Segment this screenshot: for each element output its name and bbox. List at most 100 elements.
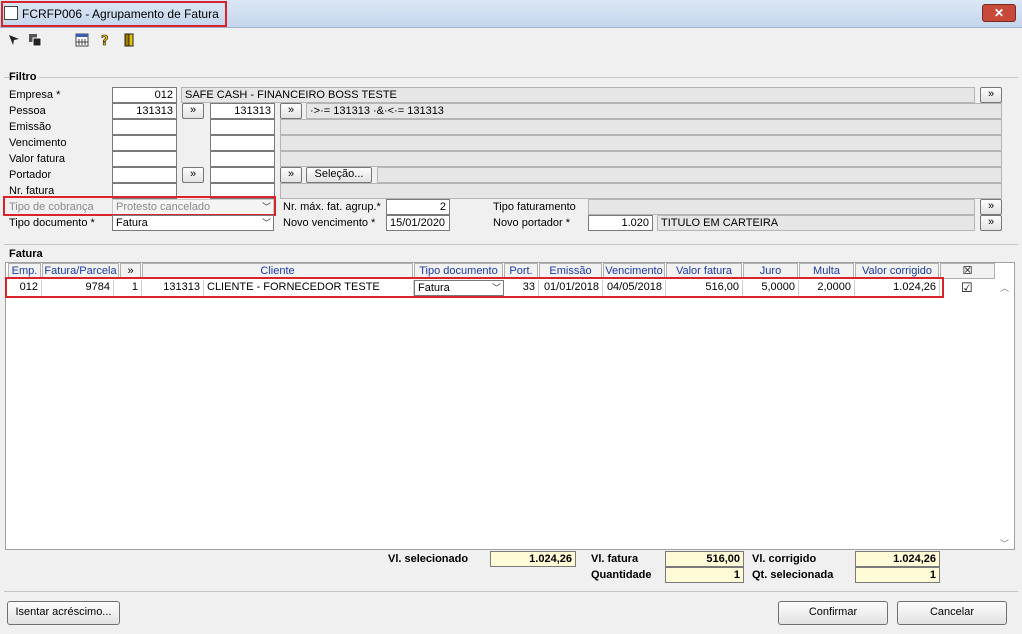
close-button[interactable]: ✕ [982, 4, 1016, 22]
col-header-select-all[interactable]: ☒ [940, 263, 995, 279]
tipo-documento-label: Tipo documento * [9, 217, 95, 229]
empresa-expand-button[interactable]: » [980, 87, 1002, 103]
copy-icon[interactable] [27, 33, 43, 49]
tipo-documento-select[interactable]: Fatura ﹀ [112, 215, 274, 231]
vencimento-from-field[interactable] [112, 135, 177, 151]
portador-expression-field [377, 167, 1002, 183]
col-header-expand[interactable]: » [120, 263, 141, 279]
tipo-faturamento-expand-button[interactable]: » [980, 199, 1002, 215]
col-header-juro[interactable]: Juro [743, 263, 798, 279]
vencimento-label: Vencimento [9, 137, 67, 149]
vl-selecionado-label: Vl. selecionado [388, 553, 469, 565]
calculator-icon[interactable] [74, 33, 90, 49]
filtro-title: Filtro [9, 71, 39, 83]
col-header-vencimento[interactable]: Vencimento [603, 263, 665, 279]
emissao-to-field[interactable] [210, 119, 275, 135]
nr-max-label: Nr. máx. fat. agrup.* [283, 201, 381, 213]
nr-fatura-expression-field [280, 183, 1002, 199]
tipo-faturamento-label: Tipo faturamento [493, 201, 576, 213]
portador-to-expand-button[interactable]: » [280, 167, 302, 183]
col-header-multa[interactable]: Multa [799, 263, 854, 279]
nr-fatura-from-field[interactable] [112, 183, 177, 199]
selecao-button[interactable]: Seleção... [306, 167, 372, 183]
cell-cliente-code[interactable]: 131313 [142, 280, 204, 296]
col-header-port[interactable]: Port. [504, 263, 538, 279]
pessoa-expression-field: ·>·= 131313 ·&·<·= 131313 [306, 103, 1002, 119]
novo-portador-name-field: TITULO EM CARTEIRA [657, 215, 975, 231]
cell-parcela[interactable]: 1 [114, 280, 142, 296]
row-select-checkbox[interactable]: ☑ [958, 280, 978, 296]
cell-fatura[interactable]: 9784 [42, 280, 114, 296]
novo-vencimento-field[interactable]: 15/01/2020 [386, 215, 450, 231]
valor-fatura-to-field[interactable] [210, 151, 275, 167]
cell-emissao[interactable]: 01/01/2018 [539, 280, 603, 296]
confirmar-button[interactable]: Confirmar [778, 601, 888, 625]
valor-fatura-label: Valor fatura [9, 153, 66, 165]
col-header-emp[interactable]: Emp. [8, 263, 41, 279]
scroll-down-icon[interactable]: ﹀ [1000, 537, 1009, 550]
nr-fatura-to-field[interactable] [210, 183, 275, 199]
qt-selecionada-label: Qt. selecionada [752, 569, 834, 581]
emissao-from-field[interactable] [112, 119, 177, 135]
portador-from-field[interactable] [112, 167, 177, 183]
chevron-down-icon: ﹀ [491, 283, 501, 293]
pessoa-from-expand-button[interactable]: » [182, 103, 204, 119]
fatura-grid[interactable] [5, 262, 1015, 550]
cancelar-button[interactable]: Cancelar [897, 601, 1007, 625]
help-icon[interactable]: ? [97, 33, 113, 50]
emissao-label: Emissão [9, 121, 52, 133]
cell-valor-fatura[interactable]: 516,00 [666, 280, 743, 296]
nr-max-field[interactable]: 2 [386, 199, 450, 215]
portador-label: Portador [9, 169, 52, 181]
pessoa-to-field[interactable]: 131313 [210, 103, 275, 119]
emissao-expression-field [280, 119, 1002, 135]
app-icon [4, 6, 18, 20]
novo-vencimento-label: Novo vencimento * [283, 217, 376, 229]
fatura-divider [4, 244, 1018, 245]
cell-vencimento[interactable]: 04/05/2018 [603, 280, 666, 296]
quantidade-label: Quantidade [591, 569, 652, 581]
vl-fatura-value: 516,00 [665, 551, 744, 567]
tipo-cobranca-select: Protesto cancelado ﹀ [112, 199, 274, 215]
pessoa-label: Pessoa [9, 105, 46, 117]
col-header-fatura-parcela[interactable]: Fatura/Parcela [42, 263, 119, 279]
cursor-icon[interactable] [6, 33, 22, 49]
bottom-divider [4, 591, 1018, 592]
pessoa-to-expand-button[interactable]: » [280, 103, 302, 119]
tipo-faturamento-field [588, 199, 975, 215]
empresa-code-field[interactable]: 012 [112, 87, 177, 103]
empresa-label: Empresa * [9, 89, 61, 101]
vencimento-to-field[interactable] [210, 135, 275, 151]
col-header-valor-corrigido[interactable]: Valor corrigido [855, 263, 939, 279]
cell-tipo-documento-value: Fatura [418, 282, 450, 294]
chevron-down-icon: ﹀ [261, 202, 271, 212]
cell-juro[interactable]: 5,0000 [743, 280, 799, 296]
novo-portador-expand-button[interactable]: » [980, 215, 1002, 231]
nr-fatura-label: Nr. fatura [9, 185, 55, 197]
exit-door-icon[interactable] [121, 33, 137, 49]
qt-selecionada-value: 1 [855, 567, 940, 583]
col-header-emissao[interactable]: Emissão [539, 263, 602, 279]
window-title: FCRFP006 - Agrupamento de Fatura [22, 7, 219, 21]
fatura-title: Fatura [9, 248, 45, 260]
vl-corrigido-label: Vl. corrigido [752, 553, 817, 565]
col-header-tipo-documento[interactable]: Tipo documento [414, 263, 503, 279]
cell-cliente-name[interactable]: CLIENTE - FORNECEDOR TESTE [204, 280, 414, 296]
valor-fatura-from-field[interactable] [112, 151, 177, 167]
cell-tipo-documento-select[interactable]: Fatura ﹀ [414, 280, 504, 296]
col-header-cliente[interactable]: Cliente [142, 263, 413, 279]
cell-port[interactable]: 33 [504, 280, 539, 296]
col-header-valor-fatura[interactable]: Valor fatura [666, 263, 742, 279]
cell-multa[interactable]: 2,0000 [799, 280, 855, 296]
tipo-documento-value: Fatura [116, 217, 148, 229]
cell-emp[interactable]: 012 [8, 280, 42, 296]
portador-from-expand-button[interactable]: » [182, 167, 204, 183]
portador-to-field[interactable] [210, 167, 275, 183]
novo-portador-code-field[interactable]: 1.020 [588, 215, 653, 231]
isentar-acrescimo-button[interactable]: Isentar acréscimo... [7, 601, 120, 625]
chevron-down-icon: ﹀ [261, 218, 271, 228]
scroll-up-icon[interactable]: ︿ [1000, 281, 1009, 294]
cell-valor-corrigido[interactable]: 1.024,26 [855, 280, 940, 296]
vl-selecionado-value: 1.024,26 [490, 551, 576, 567]
pessoa-from-field[interactable]: 131313 [112, 103, 177, 119]
